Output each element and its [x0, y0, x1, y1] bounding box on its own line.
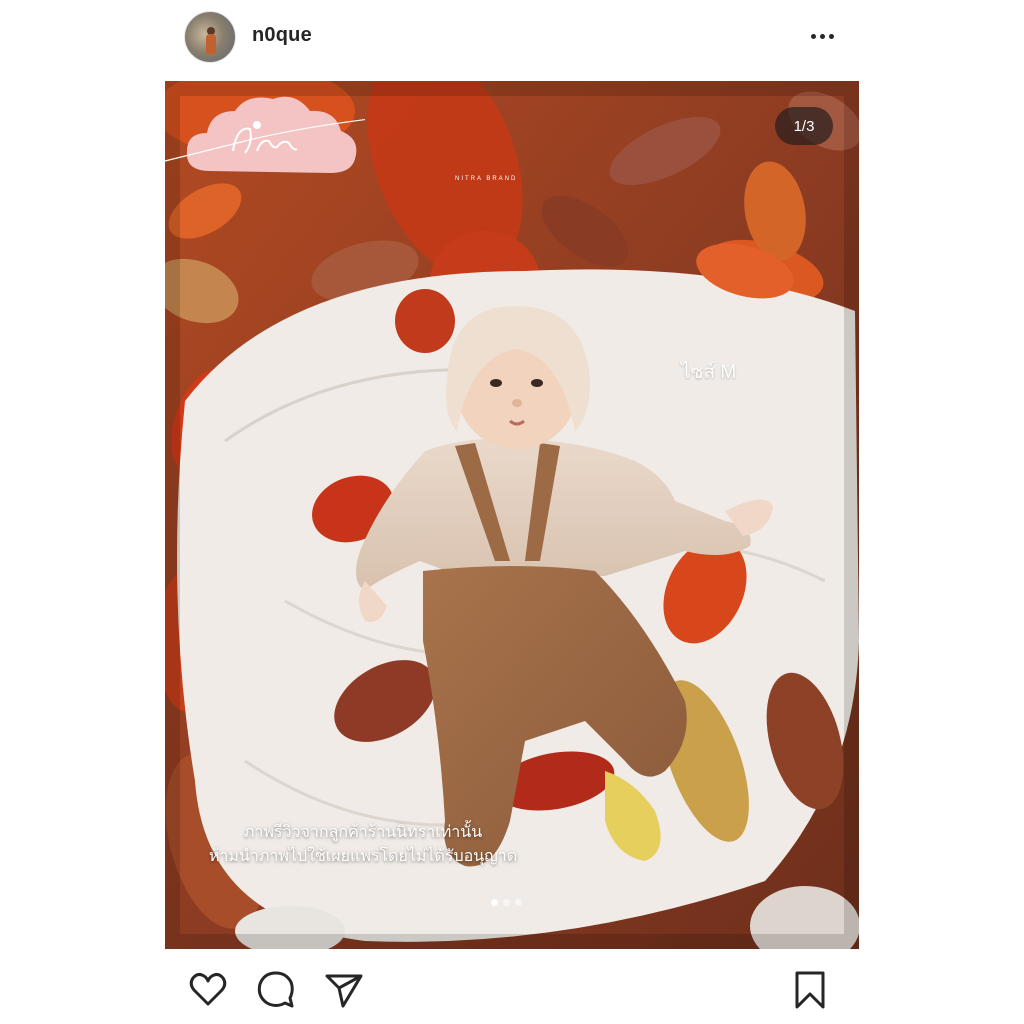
action-bar: [0, 960, 1024, 1024]
size-label: ไซส์ M: [681, 362, 737, 383]
more-horizontal-icon[interactable]: [806, 26, 838, 46]
post-header: n0que: [0, 0, 1024, 76]
photo-illustration: [165, 81, 859, 949]
carousel-dot: [503, 899, 510, 906]
comment-icon[interactable]: [254, 968, 298, 1012]
caption-line-2: ห้ามนำภาพไปใช้เผยแพร่โดยไม่ได้รับอนุญาต: [208, 848, 518, 865]
post-photo[interactable]: NITRA BRAND 1/3 ไซส์ M ภาพรีวิวจากลูกค้า…: [165, 81, 859, 949]
carousel-dot: [515, 899, 522, 906]
profile-avatar[interactable]: [184, 11, 236, 63]
carousel-dots: [491, 899, 522, 906]
carousel-dot: [491, 899, 498, 906]
username-link[interactable]: n0que: [252, 24, 312, 47]
brand-logo: [165, 96, 365, 173]
send-icon[interactable]: [322, 968, 366, 1012]
carousel-counter: 1/3: [775, 107, 833, 145]
brand-subtext: NITRA BRAND: [455, 176, 518, 182]
watermark-caption: ภาพรีวิวจากลูกค้าร้านนิทราเท่านั้น ห้ามน…: [193, 821, 533, 869]
bookmark-icon[interactable]: [788, 968, 832, 1012]
heart-icon[interactable]: [186, 968, 230, 1012]
avatar-figure-body: [206, 34, 216, 54]
caption-line-1: ภาพรีวิวจากลูกค้าร้านนิทราเท่านั้น: [243, 824, 483, 841]
